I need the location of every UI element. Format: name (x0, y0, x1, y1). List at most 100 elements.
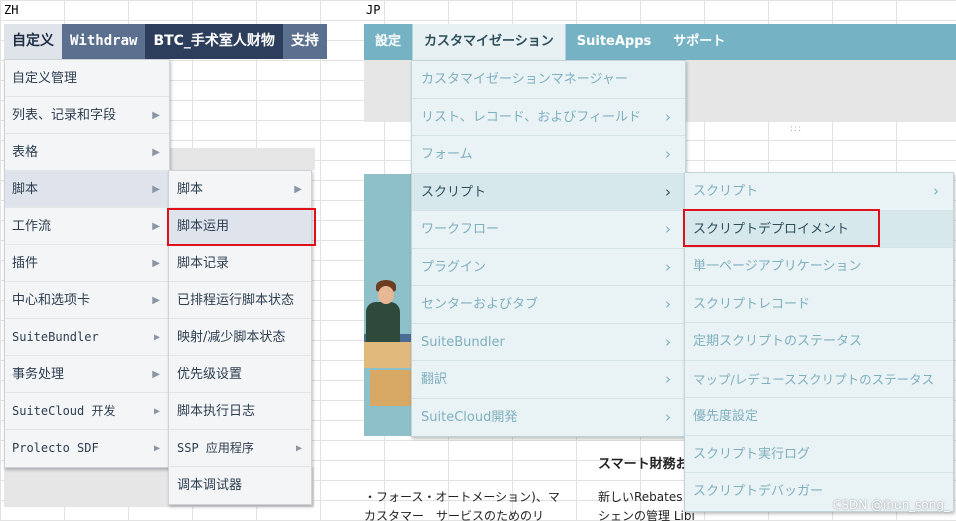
chevron-right-icon: › (665, 145, 671, 163)
jp-menu-item-label: センターおよびタブ (421, 297, 539, 312)
zh-menu-item[interactable]: Prolecto SDF ▶ (5, 430, 169, 467)
jp-nav-bar: 設定 カスタマイゼーション SuiteApps サポート (364, 24, 956, 60)
zh-menu-item-label: 事务处理 (12, 367, 65, 382)
chevron-right-icon: ▶ (153, 443, 160, 454)
jp-menu-item-scripts[interactable]: スクリプト › (412, 173, 685, 211)
jp-submenu-item-label: スクリプト (693, 184, 759, 199)
jp-menu-item[interactable]: 翻訳 › (412, 361, 685, 399)
jp-page-text: カスタマー サービスのためのリ (364, 509, 545, 521)
jp-submenu-item-label: 優先度設定 (693, 409, 759, 424)
zh-submenu-item[interactable]: 映射/减少脚本状态 (169, 319, 311, 356)
zh-menu-item[interactable]: 自定义管理 (5, 60, 169, 97)
jp-tab-setup[interactable]: 設定 (364, 24, 412, 60)
zh-menu-item-label: SuiteBundler (12, 330, 99, 344)
zh-submenu-item[interactable]: SSP 应用程序 ▶ (169, 430, 311, 467)
jp-submenu-item-label: スクリプトデバッガー (693, 484, 824, 499)
jp-page-text: シェンの管理 Libi (598, 509, 695, 521)
jp-page-heading: スマート財務お (598, 457, 689, 472)
chevron-right-icon: › (665, 182, 671, 201)
csdn-watermark: CSDN @ibun_song_ (832, 498, 950, 512)
jp-menu-item[interactable]: カスタマイゼーションマネージャー (412, 61, 685, 99)
jp-submenu-item[interactable]: マップ/レデューススクリプトのステータス (685, 361, 953, 398)
jp-menu-item[interactable]: SuiteBundler › (412, 324, 685, 361)
jp-tab-customization[interactable]: カスタマイゼーション (412, 24, 566, 60)
jp-menu-item[interactable]: プラグイン › (412, 249, 685, 286)
zh-submenu-item[interactable]: 调本调试器 (169, 467, 311, 504)
jp-customization-menu: カスタマイゼーションマネージャー リスト、レコード、およびフィールド › フォーム… (411, 60, 686, 437)
jp-menu-item[interactable]: ワークフロー › (412, 211, 685, 249)
zh-customization-menu: 自定义管理 列表、记录和字段 ▶ 表格 ▶ 脚本 ▶ 工作流 ▶ 插件 ▶ 中心和选项卡 ▶… (4, 59, 170, 468)
zh-menu-item[interactable]: 列表、记录和字段 ▶ (5, 97, 169, 134)
zh-submenu-item[interactable]: 脚本 ▶ (169, 171, 311, 208)
jp-tab-support[interactable]: サポート (662, 24, 736, 60)
jp-menu-item[interactable]: センターおよびタブ › (412, 286, 685, 324)
zh-submenu-item[interactable]: 脚本记录 (169, 245, 311, 282)
chevron-right-icon: › (665, 257, 671, 276)
zh-submenu-item-label: 已排程运行脚本状态 (177, 293, 295, 308)
zh-tab-support[interactable]: 支持 (282, 24, 327, 59)
jp-submenu-item-label: マップ/レデューススクリプトのステータス (693, 371, 935, 387)
zh-menu-item[interactable]: 插件 ▶ (5, 245, 169, 282)
zh-column-label: ZH (4, 3, 19, 17)
zh-menu-item[interactable]: SuiteCloud 开发 ▶ (5, 393, 169, 430)
jp-submenu-item-label: スクリプトレコード (693, 296, 811, 312)
zh-menu-item-scripts[interactable]: 脚本 ▶ (5, 171, 169, 208)
jp-menu-item[interactable]: リスト、レコード、およびフィールド › (412, 99, 685, 136)
jp-menu-item-label: 翻訳 (421, 372, 448, 387)
chevron-right-icon: ▶ (152, 184, 160, 195)
jp-menu-item[interactable]: フォーム › (412, 136, 685, 174)
jp-submenu-item[interactable]: 単一ページアプリケーション (685, 248, 953, 286)
jp-menu-item-label: リスト、レコード、およびフィールド (421, 109, 641, 125)
chevron-right-icon: ▶ (294, 184, 302, 195)
chevron-right-icon: › (665, 332, 671, 351)
zh-menu-item[interactable]: 表格 ▶ (5, 134, 169, 171)
jp-submenu-item[interactable]: スクリプト実行ログ (685, 436, 953, 473)
zh-tab-withdraw[interactable]: Withdraw (62, 24, 146, 59)
chevron-right-icon: ▶ (153, 406, 160, 417)
zh-menu-item-label: 表格 (12, 145, 39, 160)
jp-submenu-item[interactable]: スクリプト › (685, 173, 953, 211)
zh-menu-item-label: 自定义管理 (12, 71, 78, 86)
zh-nav-bar: 自定义 Withdraw BTC_手术室人财物 支持 (4, 24, 327, 59)
zh-tab-btc[interactable]: BTC_手术室人财物 (145, 24, 283, 59)
jp-menu-item-label: SuiteCloud開発 (421, 409, 518, 425)
jp-submenu-item[interactable]: 優先度設定 (685, 398, 953, 436)
jp-menu-item-label: スクリプト (421, 184, 487, 200)
jp-page-text: ・フォース・オートメーション)、マ (364, 490, 560, 504)
chevron-right-icon: ▶ (153, 332, 160, 343)
chevron-right-icon: ▶ (152, 221, 160, 232)
zh-menu-item-label: 脚本 (12, 182, 39, 197)
jp-column-label: JP (366, 3, 381, 17)
zh-submenu-item-label: SSP 应用程序 (177, 441, 254, 455)
jp-highlight-box (683, 209, 880, 247)
chevron-right-icon: ▶ (152, 295, 160, 306)
jp-menu-item-label: ワークフロー (421, 222, 500, 237)
jp-menu-item-label: SuiteBundler (421, 334, 505, 350)
jp-submenu-item[interactable]: 定期スクリプトのステータス (685, 323, 953, 361)
jp-submenu-item[interactable]: スクリプトレコード (685, 286, 953, 323)
jp-hero-illustration (364, 174, 412, 436)
jp-menu-item-label: カスタマイゼーションマネージャー (421, 72, 628, 87)
jp-menu-item-label: フォーム (421, 147, 473, 162)
zh-menu-item-label: 列表、记录和字段 (12, 108, 117, 123)
zh-page-background (170, 148, 315, 170)
chevron-right-icon: › (665, 295, 671, 313)
jp-menu-item[interactable]: SuiteCloud開発 › (412, 399, 685, 437)
zh-menu-item[interactable]: 工作流 ▶ (5, 208, 169, 245)
chevron-right-icon: › (665, 220, 671, 238)
zh-submenu-item[interactable]: 优先级设置 (169, 356, 311, 393)
jp-tab-suiteapps[interactable]: SuiteApps (566, 24, 663, 60)
chevron-right-icon: › (665, 107, 671, 126)
jp-submenu-item-label: スクリプト実行ログ (693, 446, 811, 462)
jp-page-text: 新しいRebates a (598, 490, 694, 504)
zh-menu-item[interactable]: SuiteBundler ▶ (5, 319, 169, 356)
zh-menu-item[interactable]: 中心和选项卡 ▶ (5, 282, 169, 319)
zh-tab-customization[interactable]: 自定义 (4, 24, 62, 59)
drag-handle-icon: ::: (790, 124, 803, 134)
zh-submenu-item[interactable]: 脚本执行日志 (169, 393, 311, 430)
jp-submenu-item-label: 単一ページアプリケーション (693, 259, 862, 274)
chevron-right-icon: ▶ (152, 369, 160, 380)
zh-menu-item[interactable]: 事务处理 ▶ (5, 356, 169, 393)
zh-menu-item-label: 工作流 (12, 219, 52, 234)
zh-submenu-item[interactable]: 已排程运行脚本状态 (169, 282, 311, 319)
